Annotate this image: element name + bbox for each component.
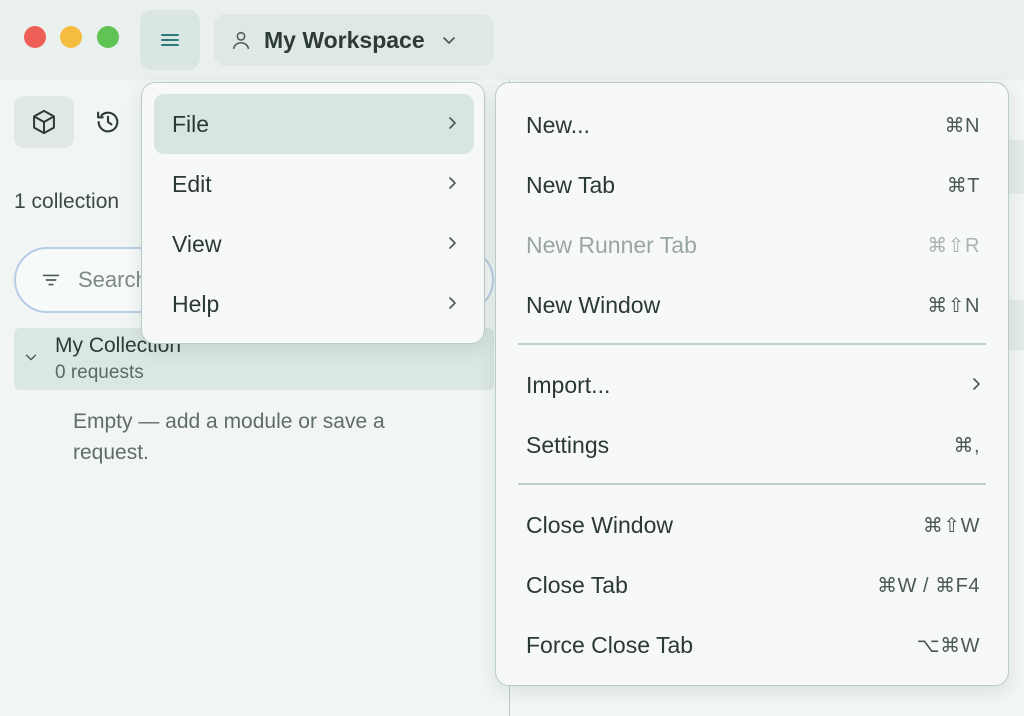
menu-item-label: New... [526, 111, 590, 138]
menu-item-shortcut: ⌘, [953, 434, 980, 457]
menu-item-close-window[interactable]: Close Window ⌘⇧W [508, 495, 998, 555]
menu-item-label: View [172, 230, 222, 257]
menu-item-label: New Runner Tab [526, 231, 697, 258]
menu-item-shortcut: ⌥⌘W [916, 634, 980, 657]
menu-item-view[interactable]: View [154, 214, 474, 274]
menu-item-label: Close Tab [526, 571, 628, 598]
chevron-down-icon[interactable] [24, 350, 38, 364]
chevron-right-icon [449, 297, 456, 309]
menu-item-new-window[interactable]: New Window ⌘⇧N [508, 275, 998, 335]
chevron-right-icon [973, 378, 980, 390]
hamburger-menu-button[interactable] [140, 10, 200, 70]
chevron-right-icon [449, 177, 456, 189]
menu-item-shortcut: ⌘⇧R [927, 234, 980, 257]
menu-item-new-runner-tab: New Runner Tab ⌘⇧R [508, 215, 998, 275]
modules-button[interactable] [14, 96, 74, 148]
menu-item-label: Close Window [526, 511, 673, 538]
menu-item-shortcut: ⌘⇧W [922, 514, 980, 537]
menu-item-label: Force Close Tab [526, 631, 694, 658]
empty-collection-message: Empty — add a module or save a request. [73, 410, 385, 464]
menu-item-settings[interactable]: Settings ⌘, [508, 415, 998, 475]
menu-item-label: File [172, 110, 210, 137]
menu-item-close-tab[interactable]: Close Tab ⌘W / ⌘F4 [508, 555, 998, 615]
menu-separator [518, 483, 986, 485]
workspace-name: My Workspace [264, 26, 425, 53]
app-menu: File Edit View Help [141, 82, 485, 344]
collection-count: 1 collection [14, 190, 120, 213]
menu-item-label: Settings [526, 431, 610, 458]
menu-item-help[interactable]: Help [154, 274, 474, 334]
collection-request-count: 0 requests [55, 362, 144, 383]
chevron-down-icon [442, 37, 455, 44]
menu-item-label: Import... [526, 371, 611, 398]
cube-icon [33, 109, 55, 135]
chevron-right-icon [449, 237, 456, 249]
workspace-selector[interactable]: My Workspace [214, 14, 494, 66]
close-window-button[interactable] [24, 26, 46, 48]
minimize-window-button[interactable] [60, 26, 82, 48]
menu-item-shortcut: ⌘⇧N [927, 294, 980, 317]
menu-item-shortcut: ⌘T [946, 174, 980, 197]
menu-item-label: New Window [526, 291, 661, 318]
menu-item-label: Edit [172, 170, 212, 197]
history-icon [97, 111, 119, 133]
menu-item-label: New Tab [526, 171, 616, 198]
menu-item-file[interactable]: File [154, 94, 474, 154]
hamburger-icon [161, 34, 179, 46]
menu-item-edit[interactable]: Edit [154, 154, 474, 214]
title-bar: My Workspace [0, 0, 1024, 80]
menu-item-new[interactable]: New... ⌘N [508, 95, 998, 155]
file-submenu: New... ⌘N New Tab ⌘T New Runner Tab ⌘⇧R … [495, 82, 1009, 686]
history-button[interactable] [78, 96, 138, 148]
zoom-window-button[interactable] [97, 26, 119, 48]
menu-item-import[interactable]: Import... [508, 355, 998, 415]
chevron-right-icon [449, 117, 456, 129]
menu-item-shortcut: ⌘W / ⌘F4 [877, 574, 980, 597]
menu-item-force-close-tab[interactable]: Force Close Tab ⌥⌘W [508, 615, 998, 675]
menu-item-shortcut: ⌘N [944, 114, 980, 137]
app-window: My Workspace 1 collection Search My Coll… [0, 0, 1024, 716]
menu-item-new-tab[interactable]: New Tab ⌘T [508, 155, 998, 215]
filter-icon [42, 274, 60, 286]
user-icon [232, 31, 250, 50]
menu-item-label: Help [172, 290, 220, 317]
menu-separator [518, 343, 986, 345]
